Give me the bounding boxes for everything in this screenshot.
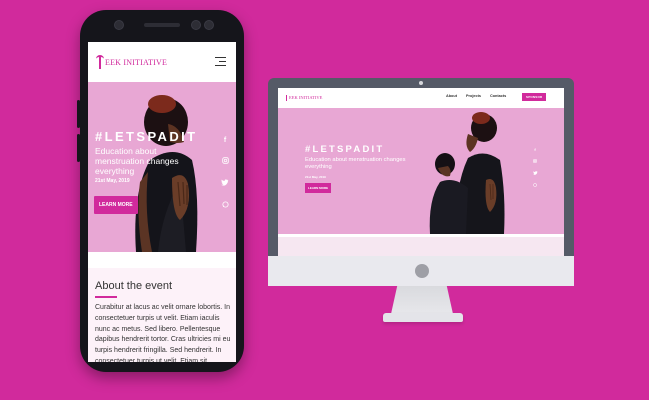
- whatsapp-icon[interactable]: [532, 180, 538, 192]
- nav-projects[interactable]: Projects: [466, 94, 481, 98]
- logo-mark-icon: [284, 94, 288, 101]
- desktop-screen: EEK INITIATIVE About Projects Contacts S…: [278, 88, 564, 256]
- social-icons: f: [532, 144, 538, 192]
- instagram-icon[interactable]: [220, 152, 230, 174]
- social-icons: f: [220, 130, 230, 218]
- twitter-icon[interactable]: [220, 174, 230, 196]
- sponsor-button[interactable]: SPONSOR: [522, 93, 547, 101]
- nav-contacts[interactable]: Contacts: [490, 94, 506, 98]
- hero-date: 21st May, 2019: [305, 175, 326, 179]
- learn-more-button[interactable]: LEARN MORE: [94, 196, 138, 214]
- mobile-logo[interactable]: EEK INITIATIVE: [96, 55, 167, 69]
- logo-text: EEK INITIATIVE: [289, 95, 323, 100]
- mobile-header: EEK INITIATIVE: [88, 42, 236, 82]
- instagram-icon[interactable]: [532, 156, 538, 168]
- hero-photo: [429, 112, 505, 234]
- desktop-monitor: EEK INITIATIVE About Projects Contacts S…: [268, 78, 574, 272]
- sensor: [191, 20, 201, 30]
- sensor: [204, 20, 214, 30]
- mobile-screen: EEK INITIATIVE #LETSPADIT Education abou…: [88, 42, 236, 362]
- nav-about[interactable]: About: [446, 94, 457, 98]
- volume-button: [77, 100, 80, 128]
- mobile-hero: #LETSPADIT Education about menstruation …: [88, 82, 236, 252]
- webcam: [419, 81, 423, 85]
- title-underline: [95, 296, 117, 298]
- hero-subtitle: Education about menstruation changes eve…: [305, 157, 406, 170]
- desktop-hero: #LETSPADIT Education about menstruation …: [278, 108, 564, 234]
- phone-top-bar: [80, 10, 244, 42]
- about-text: Curabitur at lacus ac velit ornare lobor…: [95, 304, 231, 362]
- monitor-stand-base: [383, 313, 463, 322]
- logo-mark-icon: [96, 55, 104, 69]
- twitter-icon[interactable]: [532, 168, 538, 180]
- volume-button: [77, 134, 80, 162]
- content-strip: [278, 237, 564, 256]
- monitor-stand-neck: [391, 286, 453, 314]
- facebook-icon[interactable]: f: [532, 144, 538, 156]
- whatsapp-icon[interactable]: [220, 196, 230, 218]
- learn-more-button[interactable]: LEARN MORE: [305, 183, 332, 193]
- desktop-header: EEK INITIATIVE About Projects Contacts S…: [278, 88, 564, 106]
- about-title: About the event: [95, 280, 173, 292]
- phone-speaker: [144, 23, 180, 27]
- hero-hashtag: #LETSPADIT: [305, 144, 385, 155]
- hero-date: 21st May, 2019: [95, 178, 130, 184]
- hamburger-menu-icon[interactable]: [215, 57, 226, 67]
- about-section: About the event Curabitur at lacus ac ve…: [88, 268, 236, 362]
- desktop-logo[interactable]: EEK INITIATIVE: [284, 94, 322, 101]
- hero-hashtag: #LETSPADIT: [95, 129, 198, 144]
- power-button-icon[interactable]: [415, 264, 429, 278]
- logo-text: EEK INITIATIVE: [105, 57, 168, 67]
- hero-subtitle: Education about menstruation changes eve…: [95, 146, 179, 176]
- mobile-device-frame: EEK INITIATIVE #LETSPADIT Education abou…: [77, 10, 244, 372]
- facebook-icon[interactable]: f: [220, 130, 230, 152]
- front-camera: [114, 20, 124, 30]
